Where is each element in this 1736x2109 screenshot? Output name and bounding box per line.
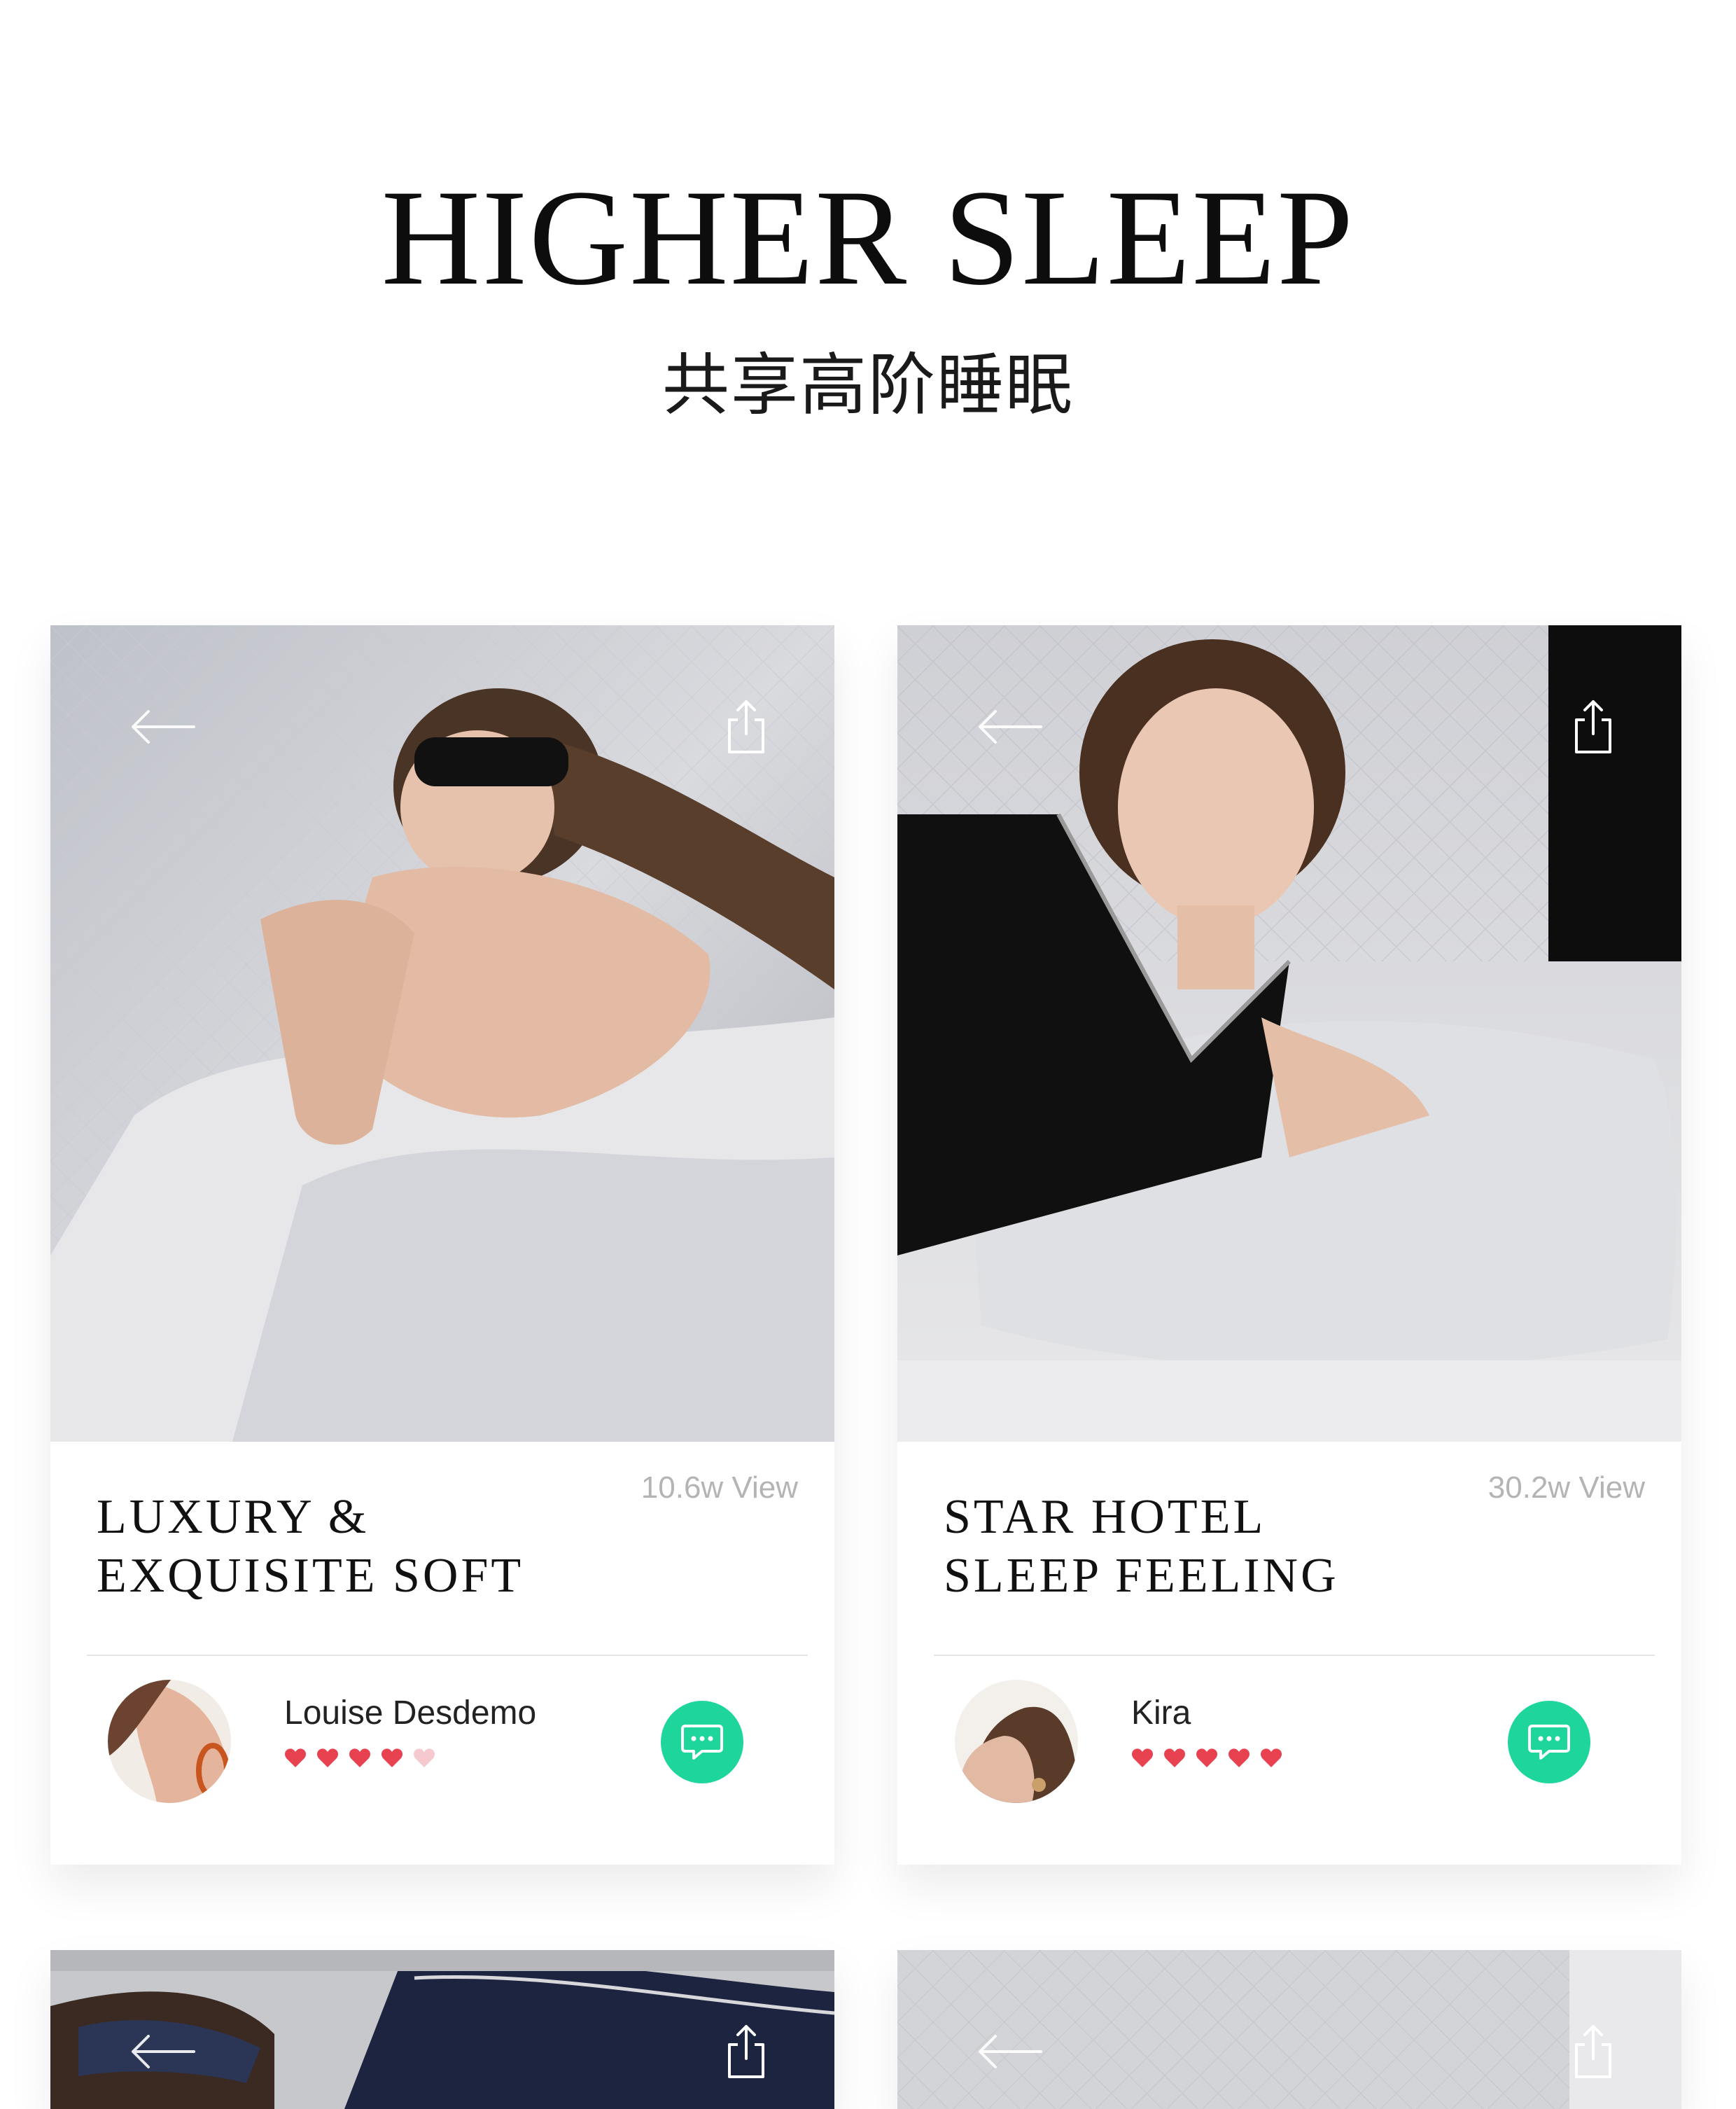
heart-icon — [1196, 1748, 1217, 1767]
page-title: HIGHER SLEEP — [381, 162, 1355, 314]
share-icon[interactable] — [1572, 2024, 1614, 2080]
card-title: LUXURY & EXQUISITE SOFT — [97, 1490, 524, 1603]
rating-hearts — [1131, 1747, 1282, 1775]
card-photo — [50, 1950, 834, 2109]
card-photo — [897, 1950, 1681, 2109]
avatar[interactable] — [955, 1680, 1078, 1803]
view-count: 30.2w View — [1488, 1470, 1645, 1505]
chat-bubble-icon — [1528, 1725, 1570, 1760]
heart-empty-icon — [414, 1748, 435, 1767]
back-arrow-icon[interactable] — [974, 2031, 1044, 2073]
chat-button[interactable] — [661, 1701, 743, 1783]
back-arrow-icon[interactable] — [974, 706, 1044, 748]
view-count: 10.6w View — [640, 1470, 798, 1505]
avatar[interactable] — [108, 1680, 231, 1803]
heart-icon — [317, 1748, 338, 1767]
article-card[interactable] — [50, 1950, 834, 2109]
share-icon[interactable] — [725, 2024, 767, 2080]
back-arrow-icon[interactable] — [127, 706, 197, 748]
photo-placeholder — [50, 1950, 834, 2109]
share-icon[interactable] — [725, 699, 767, 755]
card-body: STAR HOTEL SLEEP FEELING 30.2w View Kira — [897, 1442, 1681, 1862]
back-arrow-icon[interactable] — [127, 2031, 197, 2073]
page-subtitle: 共享高阶睡眠 — [662, 346, 1074, 424]
article-card[interactable]: STAR HOTEL SLEEP FEELING 30.2w View Kira — [897, 625, 1681, 1865]
card-title: STAR HOTEL SLEEP FEELING — [944, 1490, 1339, 1603]
heart-icon — [1164, 1748, 1185, 1767]
share-icon[interactable] — [1572, 699, 1614, 755]
article-card[interactable] — [897, 1950, 1681, 2109]
article-card[interactable]: LUXURY & EXQUISITE SOFT 10.6w View Louis… — [50, 625, 834, 1865]
chat-button[interactable] — [1508, 1701, 1590, 1783]
photo-placeholder — [897, 1950, 1681, 2109]
card-photo — [897, 625, 1681, 1442]
heart-icon — [349, 1748, 370, 1767]
author-name: Louise Desdemo — [284, 1694, 537, 1732]
rating-hearts — [284, 1747, 435, 1775]
heart-icon — [382, 1748, 402, 1767]
author-name: Kira — [1131, 1694, 1191, 1732]
heart-icon — [1228, 1748, 1250, 1767]
card-body: LUXURY & EXQUISITE SOFT 10.6w View Louis… — [50, 1442, 834, 1862]
heart-icon — [1132, 1748, 1153, 1767]
divider — [87, 1655, 808, 1656]
heart-icon — [1261, 1748, 1282, 1767]
heart-icon — [285, 1748, 306, 1767]
chat-bubble-icon — [681, 1725, 723, 1760]
divider — [934, 1655, 1655, 1656]
card-photo — [50, 625, 834, 1442]
